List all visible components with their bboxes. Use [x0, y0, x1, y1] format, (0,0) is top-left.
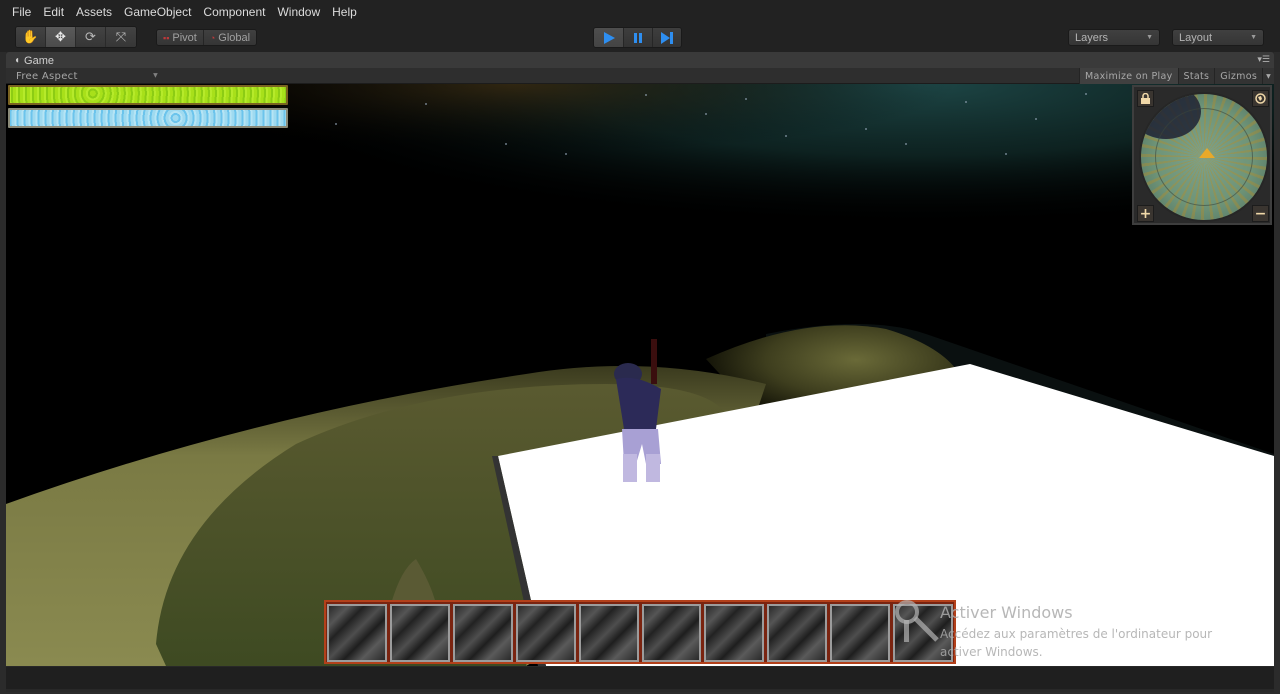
rotate-tool-button[interactable]: ⟳ — [76, 27, 106, 47]
inventory-slot[interactable] — [767, 604, 828, 662]
tab-game[interactable]: ◖ Game — [6, 53, 64, 68]
layers-label: Layers — [1075, 31, 1109, 44]
inventory-slot[interactable] — [830, 604, 891, 662]
global-label: Global — [218, 31, 251, 44]
layers-dropdown[interactable]: Layers ▼ — [1068, 29, 1160, 46]
rotate-icon: ⟳ — [85, 29, 96, 45]
chevron-down-icon: ▼ — [153, 72, 158, 79]
pivot-mode-group: ▪▪ Pivot ◔ Global — [156, 29, 258, 46]
panel-menu-icon[interactable]: ▾☰ — [1257, 55, 1270, 65]
minimap-lock-button[interactable] — [1137, 90, 1154, 107]
aspect-label: Free Aspect — [16, 70, 78, 82]
player-marker-icon — [1199, 148, 1215, 158]
watermark-line1: Accédez aux paramètres de l'ordinateur p… — [940, 627, 1213, 641]
game-viewport[interactable]: + − — [6, 84, 1274, 666]
inventory-slot[interactable] — [452, 604, 513, 662]
hand-tool-button[interactable]: ✋ — [16, 27, 46, 47]
inventory-slot[interactable] — [704, 604, 765, 662]
minimap: + − — [1132, 85, 1272, 225]
inventory-slot[interactable] — [515, 604, 576, 662]
inventory-bar — [324, 600, 956, 664]
menu-help[interactable]: Help — [326, 5, 363, 19]
watermark-line2: activer Windows. — [940, 645, 1043, 659]
move-tool-button[interactable]: ✥ — [46, 27, 76, 47]
menu-file[interactable]: File — [6, 5, 37, 19]
menu-bar: File Edit Assets GameObject Component Wi… — [0, 0, 1280, 24]
pause-icon — [634, 32, 642, 43]
inventory-slot[interactable] — [578, 604, 639, 662]
minimap-zoom-in-button[interactable]: + — [1137, 205, 1154, 222]
menu-edit[interactable]: Edit — [37, 5, 70, 19]
game-controller-icon: ◖ — [14, 55, 21, 66]
gizmos-toggle[interactable]: Gizmos — [1214, 68, 1263, 84]
plus-icon: + — [1139, 205, 1152, 222]
panel-tab-bar: ◖ Game ▾☰ — [6, 52, 1274, 68]
transform-tools: ✋ ✥ ⟳ ⤧ — [15, 26, 137, 48]
game-scene — [6, 84, 1274, 666]
status-bar — [6, 667, 1274, 689]
hand-icon: ✋ — [22, 29, 39, 45]
activation-key-icon — [895, 600, 939, 642]
play-icon — [603, 31, 615, 44]
windows-activation-watermark: Activer Windows Accédez aux paramètres d… — [940, 603, 1212, 661]
tab-game-label: Game — [24, 54, 55, 67]
game-view-options: Maximize on Play Stats Gizmos ▼ — [1079, 68, 1274, 84]
gizmos-dropdown[interactable]: ▼ — [1262, 68, 1274, 84]
menu-gameobject[interactable]: GameObject — [118, 5, 197, 19]
play-button[interactable] — [594, 28, 623, 47]
move-icon: ✥ — [55, 29, 66, 45]
pivot-toggle[interactable]: ▪▪ Pivot — [157, 30, 203, 45]
minimap-zoom-out-button[interactable]: − — [1252, 205, 1269, 222]
scale-icon: ⤧ — [115, 29, 127, 45]
game-panel: ◖ Game ▾☰ Free Aspect ▼ Maximize on Play… — [6, 52, 1274, 692]
menu-component[interactable]: Component — [197, 5, 271, 19]
unity-editor: File Edit Assets GameObject Component Wi… — [0, 0, 1280, 694]
watermark-title: Activer Windows — [940, 603, 1073, 622]
pivot-icon: ▪▪ — [163, 32, 170, 43]
menu-assets[interactable]: Assets — [70, 5, 118, 19]
inventory-slot[interactable] — [327, 604, 387, 662]
chevron-down-icon: ▼ — [1250, 34, 1257, 41]
pause-button[interactable] — [623, 28, 652, 47]
global-toggle[interactable]: ◔ Global — [202, 30, 257, 45]
minimap-world-button[interactable] — [1252, 90, 1269, 107]
step-button[interactable] — [652, 28, 681, 47]
maximize-on-play-toggle[interactable]: Maximize on Play — [1079, 68, 1178, 84]
scale-tool-button[interactable]: ⤧ — [106, 27, 136, 47]
health-bar — [8, 85, 288, 105]
pivot-label: Pivot — [172, 31, 197, 44]
aspect-dropdown[interactable]: Free Aspect ▼ — [8, 69, 160, 83]
menu-window[interactable]: Window — [271, 5, 326, 19]
global-icon: ◔ — [209, 32, 216, 43]
stats-toggle[interactable]: Stats — [1177, 68, 1215, 84]
layout-label: Layout — [1179, 31, 1213, 44]
main-toolbar: ✋ ✥ ⟳ ⤧ ▪▪ Pivot ◔ Global Layers ▼ Layou… — [0, 24, 1280, 52]
chevron-down-icon: ▼ — [1266, 72, 1271, 80]
inventory-slot[interactable] — [641, 604, 702, 662]
play-controls — [593, 27, 682, 48]
game-view-toolbar: Free Aspect ▼ Maximize on Play Stats Giz… — [6, 68, 1274, 84]
lock-icon — [1141, 93, 1150, 104]
minus-icon: − — [1254, 205, 1267, 222]
inventory-slot[interactable] — [389, 604, 450, 662]
layout-dropdown[interactable]: Layout ▼ — [1172, 29, 1264, 46]
chevron-down-icon: ▼ — [1146, 34, 1153, 41]
globe-icon — [1255, 93, 1266, 104]
minimap-disc — [1139, 92, 1269, 222]
mana-bar — [8, 108, 288, 128]
step-icon — [661, 31, 673, 44]
